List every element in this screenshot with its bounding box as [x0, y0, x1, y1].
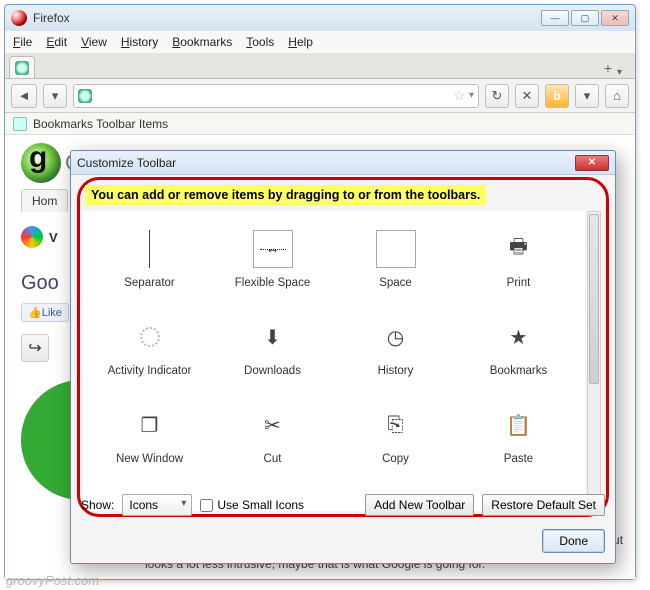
palette-item-label: Copy	[382, 453, 409, 465]
add-new-toolbar-button[interactable]: Add New Toolbar	[365, 494, 474, 516]
palette-item-paste[interactable]: 📋 Paste	[460, 405, 577, 465]
logo-icon	[21, 143, 61, 183]
show-select[interactable]: Icons	[122, 494, 192, 516]
home-button[interactable]: ⌂	[605, 84, 629, 108]
back-history-button[interactable]: ▾	[43, 84, 67, 108]
tab-list-button[interactable]: ▾	[617, 67, 631, 78]
search-engine-button[interactable]: b	[545, 84, 569, 108]
flexspace-icon	[253, 229, 293, 269]
menubar: File Edit View History Bookmarks Tools H…	[5, 31, 635, 53]
small-icons-input[interactable]	[200, 499, 213, 512]
toolbar-item-palette[interactable]: Separator Flexible Space Space 🖶 Print Activi…	[83, 211, 585, 511]
dialog-footer: Show: Icons Use Small Icons Add New Tool…	[81, 491, 605, 519]
palette-item-label: Cut	[264, 453, 282, 465]
palette-item-label: Downloads	[244, 365, 301, 377]
menu-tools[interactable]: Tools	[246, 35, 274, 49]
downloads-icon: ⬇	[253, 317, 293, 357]
dialog-titlebar[interactable]: Customize Toolbar ✕	[71, 151, 615, 175]
like-label: Like	[42, 307, 62, 319]
back-button[interactable]: ◄	[11, 84, 37, 108]
newwindow-icon: ❐	[130, 405, 170, 445]
page-tab-home[interactable]: Hom	[21, 189, 68, 212]
bookmarks-toolbar[interactable]: Bookmarks Toolbar Items	[5, 113, 635, 135]
palette-item-label: Space	[379, 277, 412, 289]
bookmarks-toolbar-icon	[13, 117, 27, 131]
palette-item-label: History	[378, 365, 414, 377]
bookmarks-toolbar-label: Bookmarks Toolbar Items	[33, 117, 168, 131]
palette-item-bookmarks[interactable]: ★ Bookmarks	[460, 317, 577, 377]
menu-help[interactable]: Help	[288, 35, 313, 49]
window-title: Firefox	[33, 11, 70, 25]
search-dropdown-button[interactable]: ▾	[575, 84, 599, 108]
scrollbar-thumb[interactable]	[589, 214, 599, 384]
palette-item-label: Print	[507, 277, 531, 289]
palette-item-spinner[interactable]: Activity Indicator	[91, 317, 208, 377]
palette-item-downloads[interactable]: ⬇ Downloads	[214, 317, 331, 377]
windows-logo-icon	[21, 226, 43, 248]
firefox-icon	[11, 10, 27, 26]
palette-scrollbar[interactable]: ▾	[587, 211, 601, 511]
palette-item-label: Separator	[124, 277, 175, 289]
url-dropdown-icon[interactable]: ▾	[469, 90, 474, 101]
customize-toolbar-dialog: Customize Toolbar ✕ You can add or remov…	[70, 150, 616, 564]
show-select-value: Icons	[129, 498, 158, 512]
dialog-close-button[interactable]: ✕	[575, 155, 609, 171]
copy-icon: ⎘	[376, 405, 416, 445]
menu-bookmarks[interactable]: Bookmarks	[172, 35, 232, 49]
restore-default-button[interactable]: Restore Default Set	[482, 494, 605, 516]
navigation-toolbar: ◄ ▾ ☆ ▾ ↻ ✕ b ▾ ⌂	[5, 79, 635, 113]
minimize-button[interactable]: —	[541, 10, 569, 26]
tabstrip: + ▾	[5, 53, 635, 79]
menu-edit[interactable]: Edit	[46, 35, 67, 49]
watermark: groovyPost.com	[6, 573, 99, 588]
tab-favicon-icon	[15, 61, 29, 75]
palette-item-separator[interactable]: Separator	[91, 229, 208, 289]
dialog-title: Customize Toolbar	[77, 156, 176, 170]
show-label: Show:	[81, 498, 114, 512]
maximize-button[interactable]: ▢	[571, 10, 599, 26]
history-icon: ◷	[376, 317, 416, 357]
palette-item-label: New Window	[116, 453, 183, 465]
palette-item-flexspace[interactable]: Flexible Space	[214, 229, 331, 289]
palette-item-cut[interactable]: ✂ Cut	[214, 405, 331, 465]
bookmarks-icon: ★	[499, 317, 539, 357]
palette-item-space[interactable]: Space	[337, 229, 454, 289]
new-tab-button[interactable]: +	[599, 60, 617, 78]
palette-item-label: Activity Indicator	[108, 365, 192, 377]
url-input[interactable]: ☆ ▾	[73, 84, 479, 108]
menu-file[interactable]: File	[13, 35, 32, 49]
site-favicon-icon	[78, 89, 92, 103]
palette-item-label: Bookmarks	[490, 365, 548, 377]
close-button[interactable]: ✕	[601, 10, 629, 26]
palette-item-label: Flexible Space	[235, 277, 310, 289]
small-icons-label: Use Small Icons	[217, 498, 304, 512]
paste-icon: 📋	[499, 405, 539, 445]
menu-history[interactable]: History	[121, 35, 158, 49]
print-icon: 🖶	[499, 229, 539, 269]
palette-item-copy[interactable]: ⎘ Copy	[337, 405, 454, 465]
spinner-icon	[130, 317, 170, 357]
bookmark-star-icon[interactable]: ☆	[453, 88, 465, 104]
palette-item-label: Paste	[504, 453, 533, 465]
palette-item-print[interactable]: 🖶 Print	[460, 229, 577, 289]
tab-current[interactable]	[9, 56, 35, 78]
separator-icon	[130, 229, 170, 269]
palette-item-newwindow[interactable]: ❐ New Window	[91, 405, 208, 465]
reload-button[interactable]: ↻	[485, 84, 509, 108]
small-icons-checkbox[interactable]: Use Small Icons	[200, 498, 304, 512]
like-button[interactable]: 👍 Like	[21, 303, 69, 322]
palette-item-history[interactable]: ◷ History	[337, 317, 454, 377]
menu-view[interactable]: View	[81, 35, 107, 49]
badge-label: V	[49, 230, 58, 245]
titlebar[interactable]: Firefox — ▢ ✕	[5, 5, 635, 31]
share-button[interactable]: ↪	[21, 334, 49, 362]
done-button[interactable]: Done	[542, 529, 605, 553]
dialog-instruction: You can add or remove items by dragging …	[85, 185, 486, 205]
space-icon	[376, 229, 416, 269]
cut-icon: ✂	[253, 405, 293, 445]
stop-button[interactable]: ✕	[515, 84, 539, 108]
